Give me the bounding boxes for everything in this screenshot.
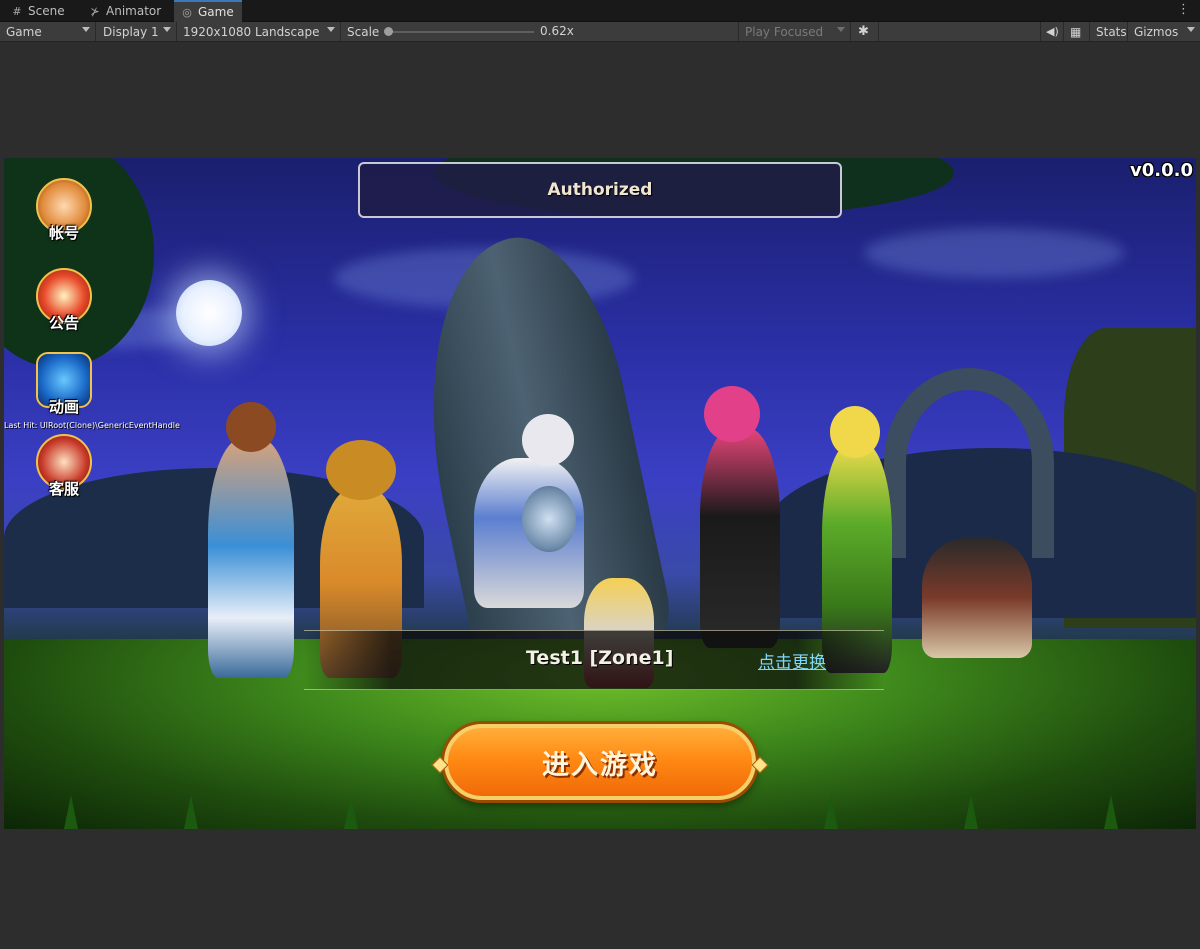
support-label: 客服	[48, 480, 79, 498]
game-view-toolbar: Game Display 1 1920x1080 Landscape Scale…	[0, 22, 1200, 42]
grass-blade	[824, 795, 838, 829]
tab-label: Scene	[28, 4, 65, 18]
display-dropdown[interactable]: Display 1	[97, 22, 177, 41]
scale-label: Scale	[347, 24, 380, 39]
tab-animator[interactable]: ⊁ Animator	[82, 1, 169, 21]
enter-game-button[interactable]: 进入游戏	[431, 724, 769, 800]
play-mode-dropdown[interactable]: Play Focused	[739, 22, 851, 41]
view-mode-dropdown[interactable]: Game	[0, 22, 96, 41]
shield	[522, 486, 576, 552]
scale-value: 0.62x	[540, 24, 574, 38]
tab-label: Animator	[106, 4, 162, 18]
game-render[interactable]: 帐号 公告 动画 客服 Last Hit: UIRoot(Clone)\Gene…	[4, 158, 1196, 829]
chevron-down-icon	[327, 27, 335, 32]
announcement-button[interactable]: 公告	[34, 268, 96, 338]
character-head	[326, 440, 396, 500]
grid-icon: #	[12, 4, 22, 18]
more-options-icon[interactable]: ⋮	[1177, 2, 1190, 17]
chevron-down-icon	[163, 27, 171, 32]
tab-game[interactable]: ◎ Game	[174, 0, 242, 22]
display-value: Display 1	[103, 24, 159, 39]
character-archer	[700, 428, 780, 648]
keyboard-icon[interactable]: ▦	[1064, 22, 1090, 41]
mute-audio-icon[interactable]: ◀)	[1040, 22, 1064, 41]
chevron-down-icon	[837, 27, 845, 32]
character-head	[522, 414, 574, 466]
view-mode-value: Game	[6, 24, 42, 39]
version-label: v0.0.0	[1130, 160, 1193, 181]
enter-game-label: 进入游戏	[542, 749, 658, 781]
chevron-down-icon	[82, 27, 90, 32]
character-assassin	[922, 538, 1032, 658]
auth-status-text: Authorized	[547, 180, 653, 200]
auth-status-panel: Authorized	[358, 162, 842, 218]
character-head	[830, 406, 880, 458]
server-select-bar: Test1 [Zone1] 点击更换	[304, 630, 884, 690]
resolution-value: 1920x1080 Landscape	[183, 24, 320, 39]
grass-blade	[344, 795, 358, 829]
grass-blade	[1104, 795, 1118, 829]
last-hit-debug-text: Last Hit: UIRoot(Clone)\GenericEventHand…	[4, 421, 180, 430]
bug-icon[interactable]: ✱	[851, 22, 879, 41]
gizmos-label: Gizmos	[1134, 24, 1179, 39]
gamepad-icon: ◎	[182, 5, 192, 19]
stats-button[interactable]: Stats	[1090, 22, 1128, 41]
play-mode-value: Play Focused	[745, 24, 824, 39]
announcement-label: 公告	[48, 314, 79, 332]
chevron-down-icon	[1187, 27, 1195, 32]
support-button[interactable]: 客服	[34, 434, 96, 504]
scale-slider-track[interactable]	[388, 31, 534, 33]
video-label: 动画	[48, 398, 79, 416]
cloud	[864, 228, 1124, 278]
grass-blade	[64, 795, 78, 829]
video-button[interactable]: 动画	[34, 352, 96, 422]
switch-server-link[interactable]: 点击更换	[758, 648, 826, 673]
account-button[interactable]: 帐号	[34, 178, 96, 248]
tab-label: Game	[198, 5, 234, 19]
grass-blade	[184, 795, 198, 829]
scale-slider-handle[interactable]	[384, 27, 393, 36]
moon	[176, 280, 242, 346]
editor-tab-bar: # Scene ⊁ Animator ◎ Game ⋮	[0, 0, 1200, 22]
stats-label: Stats	[1096, 24, 1127, 39]
account-label: 帐号	[48, 224, 79, 242]
server-name: Test1 [Zone1]	[526, 647, 674, 669]
character-sorceress	[208, 438, 294, 678]
tab-scene[interactable]: # Scene	[4, 1, 73, 21]
gizmos-dropdown[interactable]: Gizmos	[1128, 22, 1200, 41]
resolution-dropdown[interactable]: 1920x1080 Landscape	[177, 22, 341, 41]
stone-arch	[884, 368, 1054, 558]
character-head	[704, 386, 760, 442]
animator-icon: ⊁	[90, 4, 100, 18]
character-head	[226, 402, 276, 452]
grass-blade	[964, 795, 978, 829]
